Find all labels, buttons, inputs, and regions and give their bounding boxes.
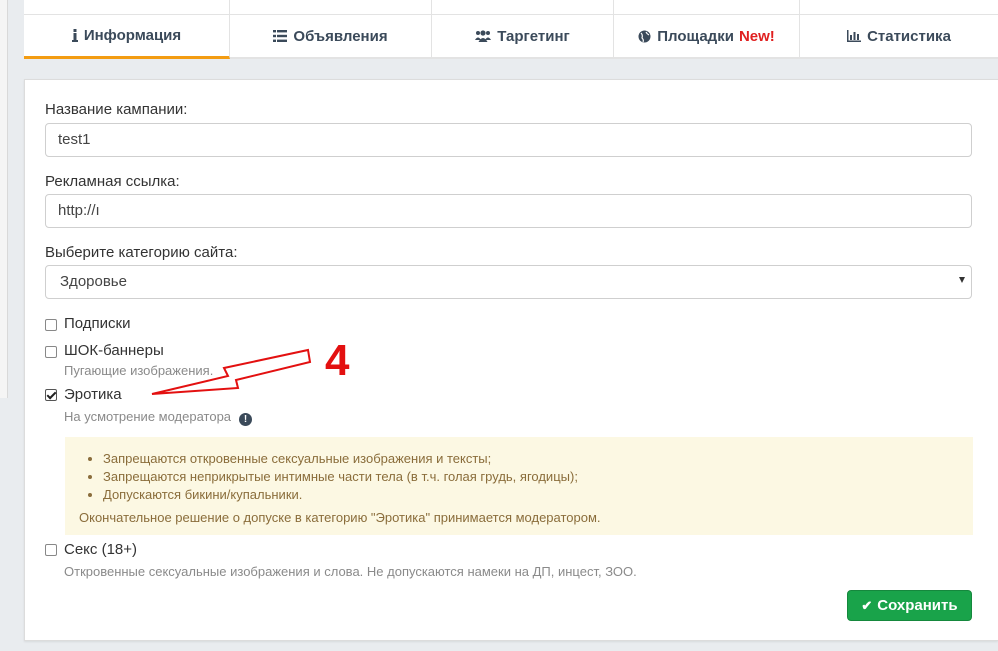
erotica-hint-row: На усмотрение модератора! [64,409,253,426]
left-sidebar-edge [0,0,8,398]
ad-link-label: Рекламная ссылка: [45,173,180,190]
tab-ads[interactable]: Объявления [230,0,432,57]
subscriptions-label: Подписки [64,315,131,332]
globe-icon [638,30,651,43]
tab-label: Объявления [293,27,388,45]
sex-18-hint: Откровенные сексуальные изображения и сл… [64,564,637,579]
bar-chart-icon [847,30,862,42]
category-selected-value: Здоровье [45,265,972,299]
tab-platforms[interactable]: Площадки New! [614,0,800,57]
ad-link-input[interactable]: http://ı [45,194,972,228]
new-badge: New! [738,27,775,45]
chevron-down-icon [959,277,965,283]
campaign-name-input[interactable]: test1 [45,123,972,157]
shock-banners-checkbox[interactable] [45,346,57,358]
annotation-number: 4 [325,336,350,385]
exclamation-icon[interactable]: ! [239,413,253,426]
tab-label: Информация [83,27,182,44]
list-item: Допускаются бикини/купальники. [103,486,578,504]
subscriptions-checkbox[interactable] [45,319,57,331]
sex-18-checkbox[interactable] [45,544,57,556]
warning-rules-list: Запрещаются откровенные сексуальные изоб… [103,450,578,504]
list-icon [273,30,288,42]
sex-18-label: Секс (18+) [64,541,138,558]
erotica-hint: На усмотрение модератора [64,409,232,424]
erotica-label: Эротика [64,386,122,403]
list-item: Запрещаются откровенные сексуальные изоб… [103,450,578,468]
erotica-checkbox[interactable] [45,389,57,401]
tab-label: Площадки [657,27,734,45]
save-button[interactable]: ✔ Сохранить [847,590,972,621]
erotica-warning-box: Запрещаются откровенные сексуальные изоб… [65,437,973,535]
annotation-arrow [151,348,312,395]
tab-statistics[interactable]: Статистика [800,0,998,57]
save-button-label: Сохранить [877,597,958,614]
tab-label: Статистика [867,27,951,45]
info-icon [71,29,78,42]
warning-final-note: Окончательное решение о допуске в катего… [79,510,601,525]
tab-label: Таргетинг [497,27,570,45]
campaign-name-label: Название кампании: [45,101,188,118]
tab-targeting[interactable]: Таргетинг [432,0,614,57]
campaign-tabs: Информация Объявления Таргетинг Площадки… [24,0,998,59]
list-item: Запрещаются неприкрытые интимные части т… [103,468,578,486]
category-label: Выберите категорию сайта: [45,244,238,261]
users-icon [475,30,492,42]
shock-banners-label: ШОК-баннеры [64,342,164,359]
category-select[interactable]: Здоровье [45,265,972,299]
check-icon: ✔ [861,597,873,613]
tab-information[interactable]: Информация [24,0,230,59]
